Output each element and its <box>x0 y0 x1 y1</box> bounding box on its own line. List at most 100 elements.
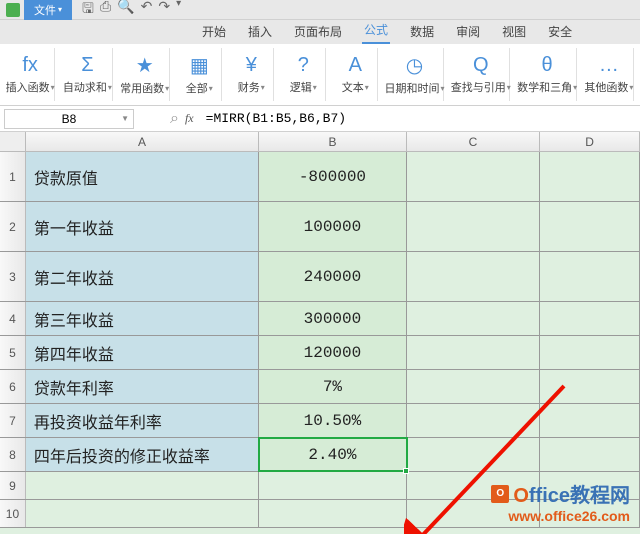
ribbon-文本[interactable]: A文本▾ <box>334 48 378 101</box>
tab-插入[interactable]: 插入 <box>246 19 274 44</box>
ribbon-icon: Σ <box>81 54 93 77</box>
cell[interactable] <box>407 202 541 251</box>
cell[interactable] <box>407 404 541 437</box>
tab-视图[interactable]: 视图 <box>500 19 528 44</box>
column-header[interactable]: D <box>540 132 640 151</box>
tab-数据[interactable]: 数据 <box>408 19 436 44</box>
row-header[interactable]: 3 <box>0 252 26 301</box>
chevron-down-icon: ▾ <box>629 83 633 92</box>
cell[interactable] <box>540 472 640 499</box>
ribbon-全部[interactable]: ▦全部▾ <box>178 48 222 101</box>
formula-search-icon[interactable]: ⌕ <box>170 110 179 128</box>
app-logo-icon <box>6 3 20 17</box>
cell[interactable] <box>26 472 259 499</box>
chevron-down-icon: ▾ <box>365 83 369 92</box>
cell[interactable] <box>540 336 640 369</box>
cell[interactable] <box>540 370 640 403</box>
preview-icon[interactable]: 🔍 <box>117 0 134 22</box>
select-all-corner[interactable] <box>0 132 26 151</box>
ribbon-逻辑[interactable]: ?逻辑▾ <box>282 48 326 101</box>
print-icon[interactable]: ⎙ <box>100 0 111 22</box>
row-header[interactable]: 5 <box>0 336 26 369</box>
cell[interactable]: 四年后投资的修正收益率 <box>26 438 259 471</box>
ribbon-日期和时间[interactable]: ◷日期和时间▾ <box>386 48 444 101</box>
row-header[interactable]: 2 <box>0 202 26 251</box>
row-header[interactable]: 10 <box>0 500 26 527</box>
ribbon-icon: Q <box>473 54 489 77</box>
cell[interactable]: 2.40% <box>259 438 407 471</box>
save-icon[interactable]: 🖫 <box>82 0 94 22</box>
cell[interactable] <box>259 500 407 527</box>
tab-开始[interactable]: 开始 <box>200 19 228 44</box>
formula-input[interactable] <box>200 111 636 126</box>
ribbon-icon: ¥ <box>246 54 257 77</box>
row-header[interactable]: 6 <box>0 370 26 403</box>
cell[interactable]: 贷款原值 <box>26 152 259 201</box>
file-menu-button[interactable]: 文件 ▾ <box>24 0 72 20</box>
cell[interactable] <box>407 302 541 335</box>
cell[interactable] <box>407 252 541 301</box>
qat-chevron-icon[interactable]: ▾ <box>176 0 181 22</box>
ribbon-icon: ◷ <box>406 53 423 78</box>
cell[interactable] <box>407 336 541 369</box>
ribbon-财务[interactable]: ¥财务▾ <box>230 48 274 101</box>
ribbon-查找与引用[interactable]: Q查找与引用▾ <box>452 48 510 101</box>
ribbon-插入函数[interactable]: fx插入函数▾ <box>6 48 55 101</box>
cell[interactable]: 7% <box>259 370 407 403</box>
tab-安全[interactable]: 安全 <box>546 19 574 44</box>
ribbon-常用函数[interactable]: ★常用函数▾ <box>121 48 170 101</box>
row-header[interactable]: 8 <box>0 438 26 471</box>
cell[interactable]: -800000 <box>259 152 407 201</box>
spreadsheet-grid[interactable]: A B C D 1贷款原值-800000 2第一年收益100000 3第二年收益24… <box>0 132 640 534</box>
name-box[interactable]: B8 ▼ <box>4 109 134 129</box>
cell[interactable]: 300000 <box>259 302 407 335</box>
ribbon-icon: … <box>599 54 619 77</box>
cell[interactable] <box>540 152 640 201</box>
cell[interactable]: 第二年收益 <box>26 252 259 301</box>
cell[interactable]: 第一年收益 <box>26 202 259 251</box>
cell[interactable]: 贷款年利率 <box>26 370 259 403</box>
cell[interactable] <box>407 500 541 527</box>
chevron-down-icon: ▾ <box>165 84 169 93</box>
cell[interactable] <box>259 472 407 499</box>
cell[interactable] <box>407 438 541 471</box>
ribbon-自动求和[interactable]: Σ自动求和▾ <box>63 48 112 101</box>
tab-页面布局[interactable]: 页面布局 <box>292 19 344 44</box>
column-header[interactable]: B <box>259 132 407 151</box>
cell[interactable] <box>26 500 259 527</box>
cell[interactable]: 第三年收益 <box>26 302 259 335</box>
ribbon-icon: A <box>349 54 362 77</box>
row-header[interactable]: 7 <box>0 404 26 437</box>
ribbon-bar: fx插入函数▾Σ自动求和▾★常用函数▾▦全部▾¥财务▾?逻辑▾A文本▾◷日期和时… <box>0 44 640 106</box>
tab-审阅[interactable]: 审阅 <box>454 19 482 44</box>
cell[interactable] <box>540 302 640 335</box>
cell[interactable]: 再投资收益年利率 <box>26 404 259 437</box>
cell[interactable]: 10.50% <box>259 404 407 437</box>
fx-icon[interactable]: fx <box>185 111 194 126</box>
cell[interactable] <box>407 370 541 403</box>
cell[interactable]: 100000 <box>259 202 407 251</box>
row-header[interactable]: 4 <box>0 302 26 335</box>
undo-icon[interactable]: ↶ <box>141 0 153 22</box>
cell[interactable] <box>407 152 541 201</box>
chevron-down-icon: ▾ <box>313 83 317 92</box>
column-header[interactable]: C <box>407 132 541 151</box>
cell[interactable] <box>540 404 640 437</box>
cell[interactable]: 第四年收益 <box>26 336 259 369</box>
cell[interactable]: 120000 <box>259 336 407 369</box>
cell[interactable]: 240000 <box>259 252 407 301</box>
cell[interactable] <box>540 252 640 301</box>
row-header[interactable]: 1 <box>0 152 26 201</box>
cell[interactable] <box>540 500 640 527</box>
ribbon-icon: ★ <box>136 53 154 78</box>
ribbon-数学和三角[interactable]: θ数学和三角▾ <box>518 48 576 101</box>
cell[interactable] <box>540 438 640 471</box>
chevron-down-icon[interactable]: ▼ <box>121 114 129 123</box>
row-header[interactable]: 9 <box>0 472 26 499</box>
cell[interactable] <box>407 472 541 499</box>
cell[interactable] <box>540 202 640 251</box>
column-header[interactable]: A <box>26 132 259 151</box>
tab-公式[interactable]: 公式 <box>362 17 390 44</box>
redo-icon[interactable]: ↷ <box>158 0 170 22</box>
ribbon-其他函数[interactable]: …其他函数▾ <box>585 48 634 101</box>
